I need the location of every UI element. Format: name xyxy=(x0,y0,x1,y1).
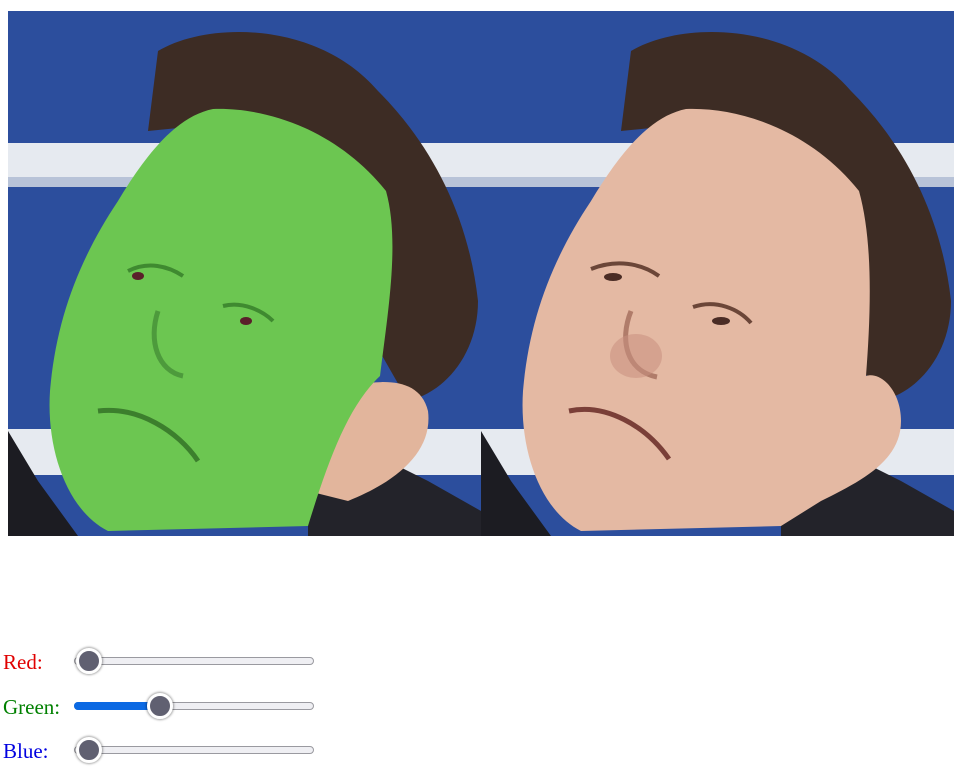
green-slider-thumb[interactable] xyxy=(146,693,173,719)
blue-slider[interactable] xyxy=(74,736,318,766)
green-control: Green: xyxy=(3,692,323,722)
red-label: Red: xyxy=(3,650,43,674)
red-slider-thumb[interactable] xyxy=(76,648,102,674)
face-with-green-mask-overlay-icon xyxy=(8,11,481,536)
green-slider[interactable] xyxy=(74,692,318,722)
masked-face-image xyxy=(8,11,481,536)
blue-control: Blue: xyxy=(3,736,323,766)
red-control: Red: xyxy=(3,647,323,677)
blue-slider-thumb[interactable] xyxy=(76,737,102,763)
original-face-image xyxy=(481,11,954,536)
original-face-photo-icon xyxy=(481,11,954,536)
red-slider[interactable] xyxy=(74,647,318,677)
blue-slider-track[interactable] xyxy=(74,746,314,754)
green-label: Green: xyxy=(3,695,61,719)
red-slider-track[interactable] xyxy=(74,657,314,665)
blue-label: Blue: xyxy=(3,739,49,763)
